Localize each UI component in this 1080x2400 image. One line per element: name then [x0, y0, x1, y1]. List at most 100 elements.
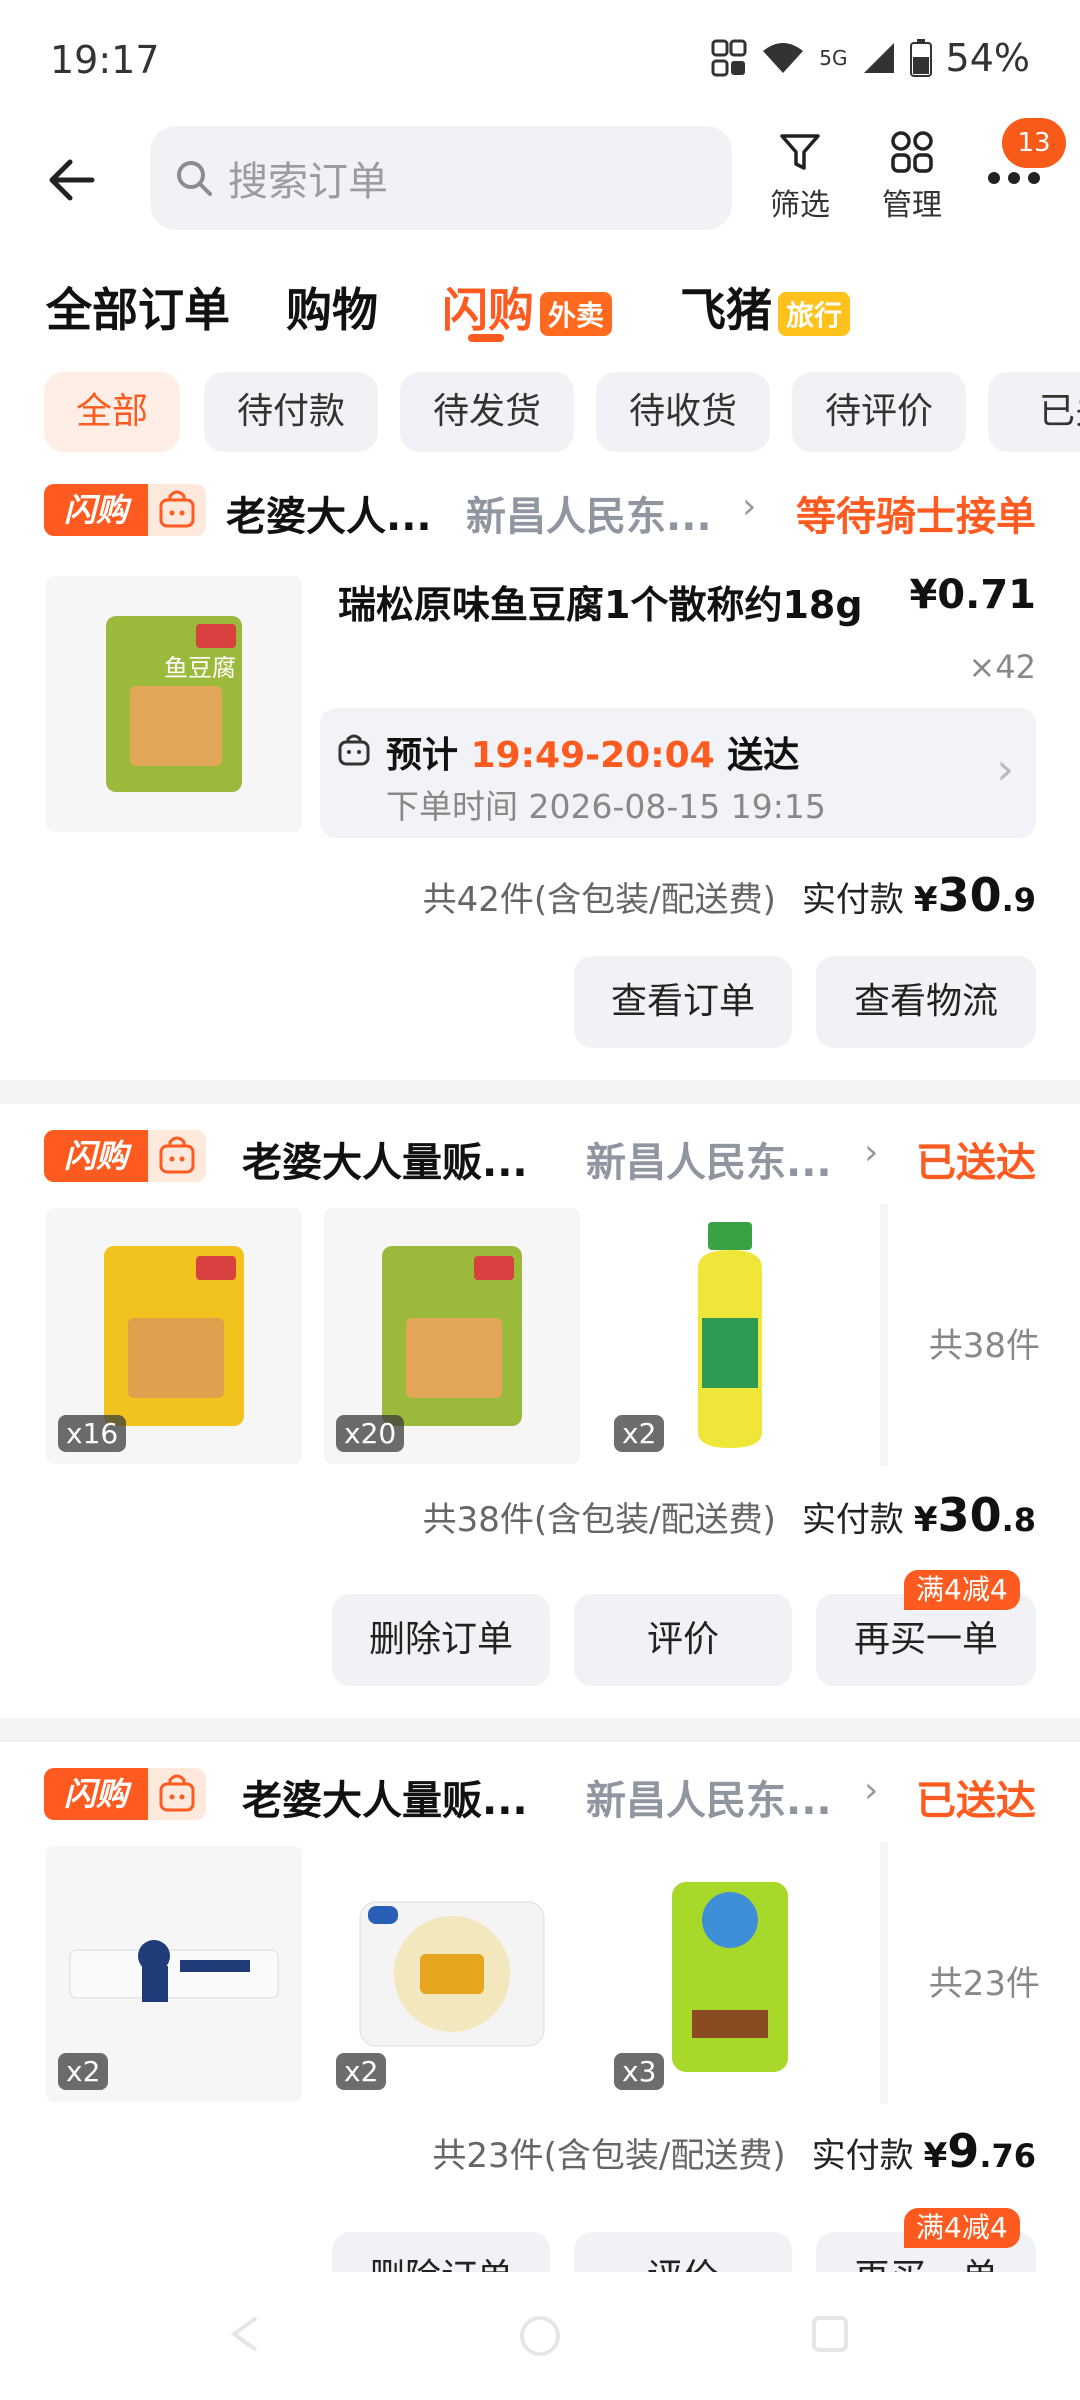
tab-shopping[interactable]: 购物 — [286, 274, 378, 340]
order-time: 下单时间 2026-08-15 19:15 — [386, 787, 826, 826]
shop-name[interactable]: 老婆大人量贩... — [242, 1130, 528, 1188]
shop-name[interactable]: 老婆大人... — [226, 484, 432, 542]
delete-order-button[interactable]: 删除订单 — [332, 1594, 550, 1686]
flash-buy-logo: 闪购 — [44, 1768, 148, 1820]
review-button[interactable]: 评价 — [574, 1594, 792, 1686]
flash-buy-logo: 闪购 — [44, 484, 148, 536]
nav-back-icon[interactable] — [226, 2314, 266, 2354]
item-qty: x2 — [336, 2053, 387, 2090]
item-qty: x3 — [614, 2053, 665, 2090]
status-icons: 5G 54% — [711, 36, 1030, 80]
shop-location[interactable]: 新昌人民东... — [466, 484, 712, 542]
product-image[interactable]: x2 — [324, 1846, 580, 2102]
order-divider — [0, 1718, 1080, 1742]
tab-fliggy[interactable]: 飞猪 旅行 — [680, 274, 851, 340]
filter-label: 筛选 — [770, 188, 830, 223]
chevron-right-icon: › — [742, 486, 757, 527]
product-image[interactable]: x2 — [46, 1846, 302, 2102]
product-image[interactable]: x3 — [602, 1846, 858, 2102]
order-status: 已送达 — [916, 1140, 1036, 1186]
manage-button[interactable]: 管理 — [862, 130, 962, 224]
filter-chips: 全部 待付款 待发货 待收货 待评价 已关 — [0, 372, 1080, 458]
shop-name[interactable]: 老婆大人量贩... — [242, 1768, 528, 1826]
item-count: 共23件 — [928, 1964, 1040, 2004]
tab-tag-travel: 旅行 — [778, 291, 851, 336]
filter-icon — [780, 134, 820, 170]
scroll-fade — [880, 1204, 888, 1466]
signal-icon — [863, 43, 894, 73]
summary-text: 共38件(含包装/配送费) — [422, 1500, 776, 1540]
summary-text: 共42件(含包装/配送费) — [422, 880, 776, 920]
scroll-fade — [880, 1842, 888, 2104]
tab-flash-buy[interactable]: 闪购 外卖 — [442, 274, 613, 340]
flash-buy-logo: 闪购 — [44, 1130, 148, 1182]
status-bar: 19:17 5G 54% — [0, 0, 1080, 120]
filter-button[interactable]: 筛选 — [750, 130, 850, 224]
network-label: 5G — [819, 46, 848, 70]
view-order-button[interactable]: 查看订单 — [574, 956, 792, 1048]
paid-amount: 9 — [947, 2124, 980, 2178]
chip-pending-shipment[interactable]: 待发货 — [400, 372, 574, 452]
manage-label: 管理 — [882, 188, 942, 223]
shop-location[interactable]: 新昌人民东... — [586, 1130, 832, 1188]
product-image[interactable]: 鱼豆腐 — [46, 576, 302, 832]
chip-pending-receipt[interactable]: 待收货 — [596, 372, 770, 452]
svg-text:鱼豆腐: 鱼豆腐 — [164, 654, 236, 682]
chip-pending-payment[interactable]: 待付款 — [204, 372, 378, 452]
order-status: 等待骑士接单 — [796, 494, 1036, 540]
back-arrow-icon[interactable] — [42, 150, 102, 210]
promo-badge: 满4减4 — [904, 1570, 1020, 1610]
promo-badge: 满4减4 — [904, 2208, 1020, 2248]
delivery-box-icon — [338, 734, 370, 766]
wifi-icon — [763, 43, 804, 73]
order-status: 已送达 — [916, 1778, 1036, 1824]
system-nav-bar — [0, 2272, 1080, 2400]
delivery-eta-panel[interactable]: 预计 19:49-20:04 送达 下单时间 2026-08-15 19:15 … — [320, 708, 1036, 838]
item-count: 共38件 — [928, 1326, 1040, 1366]
chip-all[interactable]: 全部 — [44, 372, 180, 452]
order-tabs: 全部订单 购物 闪购 外卖 飞猪 旅行 — [0, 250, 1080, 360]
chip-closed[interactable]: 已关 — [988, 372, 1080, 452]
product-name[interactable]: 瑞松原味鱼豆腐1个散称约18g — [338, 574, 863, 629]
product-image[interactable]: x20 — [324, 1208, 580, 1464]
tab-all-orders[interactable]: 全部订单 — [46, 274, 230, 340]
tab-tag-takeout: 外卖 — [540, 291, 613, 336]
view-logistics-button[interactable]: 查看物流 — [816, 956, 1036, 1048]
more-button[interactable] — [984, 168, 1044, 188]
paid-amount: 30 — [937, 1488, 1002, 1542]
product-image[interactable]: x2 — [602, 1208, 858, 1464]
chevron-right-icon: › — [864, 1132, 879, 1173]
nfc-icon — [711, 39, 747, 77]
paid-label: 实付款 — [801, 1500, 904, 1540]
order-divider — [0, 1080, 1080, 1104]
header: 搜索订单 筛选 管理 — [0, 120, 1080, 240]
search-input[interactable]: 搜索订单 — [150, 126, 732, 230]
active-tab-indicator — [468, 334, 504, 342]
status-time: 19:17 — [50, 38, 160, 82]
more-dots-icon — [988, 172, 1040, 184]
item-qty: x16 — [58, 1415, 127, 1452]
chevron-right-icon: › — [996, 744, 1014, 795]
search-icon — [177, 161, 212, 196]
shop-location[interactable]: 新昌人民东... — [586, 1768, 832, 1826]
shop-bag-icon — [148, 1768, 206, 1820]
chip-pending-review[interactable]: 待评价 — [792, 372, 966, 452]
nav-recents-icon[interactable] — [810, 2314, 850, 2354]
eta-time: 19:49-20:04 — [470, 735, 715, 776]
order-summary: 共38件(含包装/配送费) 实付款 ¥30.8 — [422, 1488, 1036, 1542]
order-summary: 共23件(含包装/配送费) 实付款 ¥9.76 — [432, 2124, 1036, 2178]
shop-bag-icon — [148, 484, 206, 536]
notification-badge: 13 — [1002, 118, 1066, 168]
product-qty: ×42 — [968, 648, 1036, 686]
nav-home-icon[interactable] — [518, 2314, 562, 2358]
item-qty: x2 — [614, 1415, 665, 1452]
grid-icon — [891, 131, 933, 173]
search-placeholder: 搜索订单 — [228, 159, 388, 205]
paid-amount: 30 — [937, 868, 1002, 922]
paid-label: 实付款 — [801, 880, 904, 920]
order-summary: 共42件(含包装/配送费) 实付款 ¥30.9 — [422, 868, 1036, 922]
item-qty: x2 — [58, 2053, 109, 2090]
product-image[interactable]: x16 — [46, 1208, 302, 1464]
battery-icon — [909, 39, 932, 77]
chevron-right-icon: › — [864, 1770, 879, 1811]
